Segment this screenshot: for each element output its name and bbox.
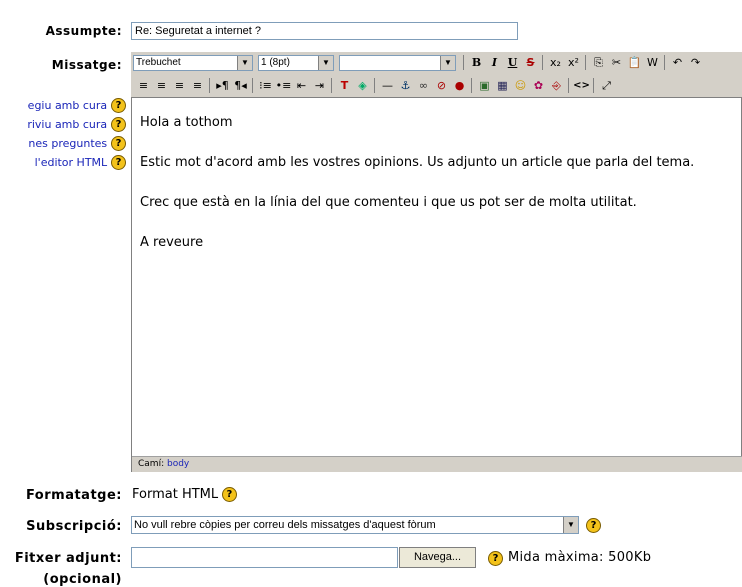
strikethrough-icon[interactable]: S bbox=[522, 54, 539, 71]
clean-word-icon[interactable]: W bbox=[644, 54, 661, 71]
help-link-row[interactable]: l'editor HTML ? bbox=[0, 155, 126, 174]
outdent-icon[interactable]: ⇤ bbox=[293, 77, 310, 94]
text-color-icon[interactable]: T bbox=[336, 77, 353, 94]
help-icon[interactable]: ? bbox=[586, 518, 601, 533]
help-link-row[interactable]: riviu amb cura ? bbox=[0, 117, 126, 136]
help-links: egiu amb cura ? riviu amb cura ? nes pre… bbox=[0, 98, 126, 174]
attachment-file-input[interactable] bbox=[131, 547, 398, 568]
toolbar-separator bbox=[252, 78, 253, 93]
special-char-icon[interactable]: ✿ bbox=[530, 77, 547, 94]
format-label: Formatatge: bbox=[25, 488, 122, 503]
font-family-value: Trebuchet bbox=[136, 57, 181, 68]
table-icon[interactable]: ▦ bbox=[494, 77, 511, 94]
justify-icon[interactable]: ≡ bbox=[189, 77, 206, 94]
chevron-down-icon: ▼ bbox=[318, 56, 333, 70]
superscript-icon[interactable]: x² bbox=[565, 54, 582, 71]
font-size-value: 1 (8pt) bbox=[261, 57, 290, 68]
help-link-row[interactable]: egiu amb cura ? bbox=[0, 98, 126, 117]
bold-icon[interactable]: B bbox=[468, 54, 485, 71]
html-source-icon[interactable]: <> bbox=[573, 77, 590, 94]
help-link-row[interactable]: nes preguntes ? bbox=[0, 136, 126, 155]
toolbar-separator bbox=[542, 55, 543, 70]
paste-icon[interactable]: 📋 bbox=[626, 54, 643, 71]
undo-icon[interactable]: ↶ bbox=[669, 54, 686, 71]
toolbar-separator bbox=[568, 78, 569, 93]
toolbar-separator bbox=[463, 55, 464, 70]
anchor-icon[interactable]: ⚓ bbox=[397, 77, 414, 94]
font-size-select[interactable]: 1 (8pt) ▼ bbox=[258, 55, 334, 71]
smiley-icon[interactable]: ☺ bbox=[512, 77, 529, 94]
paragraph-style-select[interactable]: ▼ bbox=[339, 55, 456, 71]
subscription-select[interactable]: No vull rebre còpies per correu dels mis… bbox=[131, 516, 579, 534]
chevron-down-icon: ▼ bbox=[440, 56, 455, 70]
message-editor[interactable]: Hola a tothom Estic mot d'acord amb les … bbox=[131, 97, 742, 472]
attachment-label: Fitxer adjunt: bbox=[14, 551, 122, 566]
help-link-questions[interactable]: nes preguntes bbox=[28, 137, 107, 150]
chevron-down-icon: ▼ bbox=[563, 517, 578, 533]
ordered-list-icon[interactable]: ⁝≡ bbox=[257, 77, 274, 94]
toolbar-separator bbox=[374, 78, 375, 93]
help-icon[interactable]: ? bbox=[111, 98, 126, 113]
help-link-html-editor[interactable]: l'editor HTML bbox=[35, 156, 108, 169]
editor-paragraph: Crec que està en la línia del que coment… bbox=[140, 195, 637, 210]
help-icon[interactable]: ? bbox=[488, 551, 503, 566]
indent-icon[interactable]: ⇥ bbox=[311, 77, 328, 94]
editor-paragraph: A reveure bbox=[140, 235, 204, 250]
search-replace-icon[interactable]: ⎆ bbox=[548, 77, 565, 94]
fullscreen-icon[interactable]: ⤢ bbox=[598, 77, 615, 94]
unlink-icon[interactable]: ⊘ bbox=[433, 77, 450, 94]
toolbar-separator bbox=[585, 55, 586, 70]
cut-icon[interactable]: ✂ bbox=[608, 54, 625, 71]
help-icon[interactable]: ? bbox=[111, 155, 126, 170]
help-icon[interactable]: ? bbox=[111, 117, 126, 132]
nolink-icon[interactable]: ● bbox=[451, 77, 468, 94]
background-color-icon[interactable]: ◈ bbox=[354, 77, 371, 94]
ltr-icon[interactable]: ▸¶ bbox=[214, 77, 231, 94]
italic-icon[interactable]: I bbox=[486, 54, 503, 71]
subscription-label: Subscripció: bbox=[26, 519, 122, 534]
editor-paragraph: Hola a tothom bbox=[140, 115, 233, 130]
align-center-icon[interactable]: ≡ bbox=[153, 77, 170, 94]
toolbar-separator bbox=[664, 55, 665, 70]
help-link-read-carefully[interactable]: egiu amb cura bbox=[28, 99, 108, 112]
redo-icon[interactable]: ↷ bbox=[687, 54, 704, 71]
message-label: Missatge: bbox=[51, 58, 122, 72]
editor-content[interactable]: Hola a tothom Estic mot d'acord amb les … bbox=[132, 98, 741, 253]
align-right-icon[interactable]: ≡ bbox=[171, 77, 188, 94]
subscript-icon[interactable]: x₂ bbox=[547, 54, 564, 71]
copy-icon[interactable]: ⎘ bbox=[590, 54, 607, 71]
format-value: Format HTML bbox=[132, 487, 219, 502]
subject-input[interactable]: Re: Seguretat a internet ? bbox=[131, 22, 518, 40]
help-link-write-carefully[interactable]: riviu amb cura bbox=[27, 118, 107, 131]
horizontal-rule-icon[interactable]: — bbox=[379, 77, 396, 94]
editor-toolbar: Trebuchet ▼ 1 (8pt) ▼ ▼ B I U Sx₂ x² ⎘ ✂ 📋 W ↶ ↷ ≡… bbox=[131, 52, 742, 97]
editor-paragraph: Estic mot d'acord amb les vostres opinio… bbox=[140, 155, 695, 170]
chevron-down-icon: ▼ bbox=[237, 56, 252, 70]
attachment-optional-label: (opcional) bbox=[43, 572, 122, 587]
toolbar-separator bbox=[593, 78, 594, 93]
image-icon[interactable]: ▣ bbox=[476, 77, 493, 94]
subscription-value: No vull rebre còpies per correu dels mis… bbox=[134, 519, 436, 531]
toolbar-separator bbox=[471, 78, 472, 93]
toolbar-separator bbox=[209, 78, 210, 93]
font-family-select[interactable]: Trebuchet ▼ bbox=[133, 55, 253, 71]
statusbar-path-body[interactable]: body bbox=[167, 459, 189, 469]
statusbar-path-label: Camí: bbox=[138, 459, 165, 469]
subject-label: Assumpte: bbox=[45, 24, 122, 38]
help-icon[interactable]: ? bbox=[111, 136, 126, 151]
browse-button[interactable]: Navega... bbox=[399, 547, 476, 568]
help-icon[interactable]: ? bbox=[221, 487, 237, 502]
editor-statusbar: Camí: body bbox=[132, 456, 742, 472]
max-size-text: Mida màxima: 500Kb bbox=[508, 550, 652, 565]
underline-icon[interactable]: U bbox=[504, 54, 521, 71]
link-icon[interactable]: ∞ bbox=[415, 77, 432, 94]
unordered-list-icon[interactable]: •≡ bbox=[275, 77, 292, 94]
toolbar-separator bbox=[331, 78, 332, 93]
format-value-row: Format HTML ? bbox=[132, 487, 237, 502]
align-left-icon[interactable]: ≡ bbox=[135, 77, 152, 94]
rtl-icon[interactable]: ¶◂ bbox=[232, 77, 249, 94]
